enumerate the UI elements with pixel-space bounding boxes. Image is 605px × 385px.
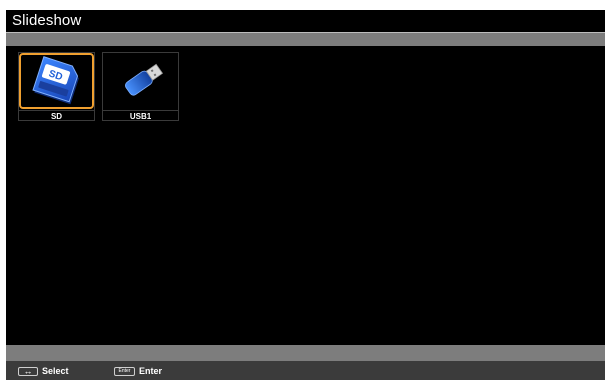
arrows-key-icon: ↔ <box>18 366 38 376</box>
sd-card-icon: SD <box>32 56 79 105</box>
key-hint-bar: ↔ Select Enter Enter <box>6 361 605 380</box>
enter-hint: Enter Enter <box>114 365 162 377</box>
source-list: SD SD USB1 <box>6 46 605 344</box>
page-title: Slideshow <box>12 12 82 29</box>
title-bar: Slideshow <box>6 10 605 32</box>
select-hint-label: Select <box>42 365 69 376</box>
usb-drive-icon <box>125 63 164 96</box>
source-tile-usb1[interactable]: USB1 <box>102 52 179 121</box>
enter-key-icon: Enter <box>114 366 135 376</box>
source-tile-sd[interactable]: SD SD <box>18 52 95 121</box>
status-bar <box>6 345 605 361</box>
slideshow-screen: Slideshow SD SD USB1 ↔ Select Enter Ente… <box>6 10 605 380</box>
selection-highlight: SD <box>19 53 94 109</box>
usb-thumb <box>103 53 178 109</box>
source-label-usb1: USB1 <box>103 110 178 121</box>
enter-hint-label: Enter <box>139 365 163 376</box>
path-bar <box>6 33 605 46</box>
source-label-sd: SD <box>19 110 94 121</box>
select-hint: ↔ Select <box>18 365 69 377</box>
